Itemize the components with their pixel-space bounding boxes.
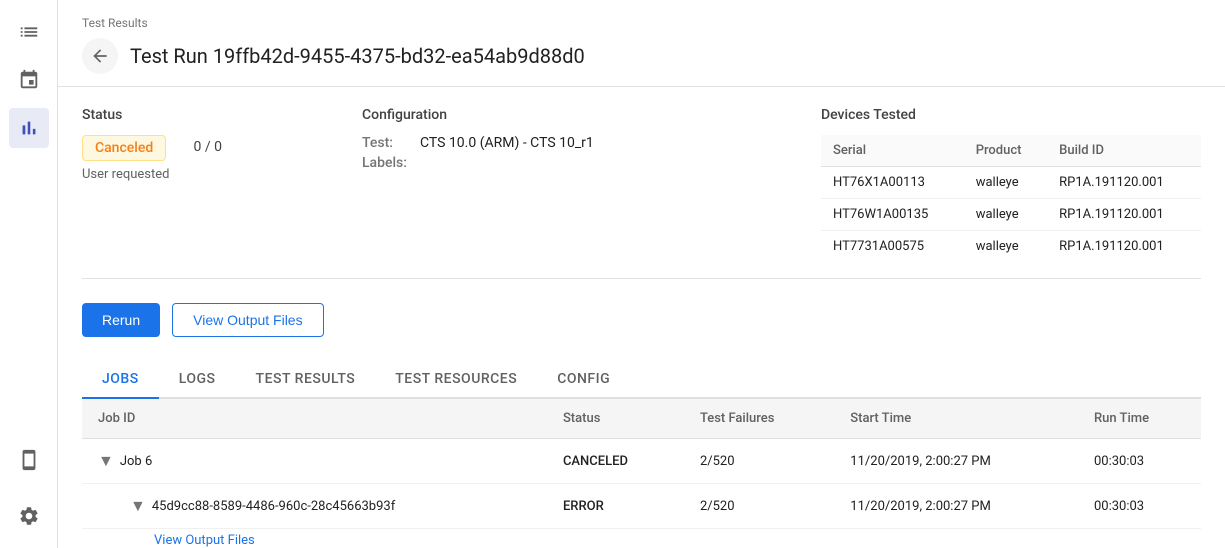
- tab-logs[interactable]: Logs: [159, 361, 236, 399]
- job-start-time: 11/20/2019, 2:00:27 PM: [834, 439, 1078, 484]
- device-build-id: RP1A.191120.001: [1047, 167, 1201, 199]
- progress-text: 0 / 0: [193, 139, 221, 155]
- sidebar-item-settings[interactable]: [9, 496, 49, 536]
- view-output-link[interactable]: View Output Files: [154, 533, 255, 548]
- status-heading: Status: [82, 107, 362, 123]
- expand-icon[interactable]: ▼: [98, 451, 114, 471]
- page-title: Test Run 19ffb42d-9455-4375-bd32-ea54ab9…: [130, 44, 585, 68]
- sidebar-item-phone[interactable]: [9, 440, 49, 480]
- sub-job-run-time: 00:30:03: [1078, 484, 1201, 529]
- device-serial: HT76W1A00135: [821, 199, 964, 231]
- table-row: ▼ Job 6 CANCELED 2/520 11/20/2019, 2:00:…: [82, 439, 1201, 484]
- sidebar: [0, 0, 58, 548]
- sidebar-item-list[interactable]: [9, 12, 49, 52]
- device-build-id: RP1A.191120.001: [1047, 199, 1201, 231]
- device-serial: HT76X1A00113: [821, 167, 964, 199]
- device-product: walleye: [964, 199, 1047, 231]
- device-serial: HT7731A00575: [821, 231, 964, 263]
- job-name: Job 6: [120, 454, 152, 469]
- col-job-id: Job ID: [82, 399, 547, 439]
- devices-col-build: Build ID: [1047, 135, 1201, 167]
- job-id-cell: ▼ Job 6: [82, 439, 547, 484]
- sidebar-item-chart[interactable]: [9, 108, 49, 148]
- tabs: JobsLogsTest ResultsTest ResourcesConfig: [82, 361, 1201, 399]
- tab-config[interactable]: Config: [537, 361, 630, 399]
- col-test-failures: Test Failures: [684, 399, 834, 439]
- sub-job-test-failures: 2/520: [684, 484, 834, 529]
- device-product: walleye: [964, 231, 1047, 263]
- devices-table: Serial Product Build ID HT76X1A00113 wal…: [821, 135, 1201, 262]
- tab-test-resources[interactable]: Test Resources: [375, 361, 537, 399]
- sub-job-start-time: 11/20/2019, 2:00:27 PM: [834, 484, 1078, 529]
- expand-icon[interactable]: ▼: [130, 496, 146, 516]
- col-start-time: Start Time: [834, 399, 1078, 439]
- sub-job-status: ERROR: [547, 484, 684, 529]
- test-value: CTS 10.0 (ARM) - CTS 10_r1: [420, 135, 594, 151]
- table-row: ▼ 45d9cc88-8589-4486-960c-28c45663b93f E…: [82, 484, 1201, 529]
- actions-row: Rerun View Output Files: [82, 303, 1201, 337]
- job-test-failures: 2/520: [684, 439, 834, 484]
- labels-label: Labels:: [362, 155, 412, 171]
- view-output-button[interactable]: View Output Files: [172, 303, 323, 337]
- jobs-table: Job ID Status Test Failures Start Time R…: [82, 399, 1201, 548]
- breadcrumb: Test Results: [82, 16, 1201, 30]
- rerun-button[interactable]: Rerun: [82, 303, 160, 337]
- test-label: Test:: [362, 135, 412, 151]
- status-sub: User requested: [82, 167, 169, 182]
- status-badge: Canceled: [82, 135, 166, 161]
- table-row: HT76X1A00113 walleye RP1A.191120.001: [821, 167, 1201, 199]
- table-row: HT76W1A00135 walleye RP1A.191120.001: [821, 199, 1201, 231]
- col-status: Status: [547, 399, 684, 439]
- main-content: Test Results Test Run 19ffb42d-9455-4375…: [58, 0, 1225, 548]
- config-heading: Configuration: [362, 107, 821, 123]
- header: Test Results Test Run 19ffb42d-9455-4375…: [58, 0, 1225, 87]
- job-run-time: 00:30:03: [1078, 439, 1201, 484]
- back-button[interactable]: [82, 38, 118, 74]
- info-grid: Status Canceled User requested 0 / 0 Con…: [82, 107, 1201, 279]
- devices-section: Devices Tested Serial Product Build ID H…: [821, 107, 1201, 262]
- devices-heading: Devices Tested: [821, 107, 1201, 123]
- devices-col-product: Product: [964, 135, 1047, 167]
- table-row: View Output Files: [82, 529, 1201, 548]
- col-run-time: Run Time: [1078, 399, 1201, 439]
- config-section: Configuration Test: CTS 10.0 (ARM) - CTS…: [362, 107, 821, 262]
- sub-job-name: 45d9cc88-8589-4486-960c-28c45663b93f: [152, 499, 395, 514]
- table-row: HT7731A00575 walleye RP1A.191120.001: [821, 231, 1201, 263]
- sub-job-id-cell: ▼ 45d9cc88-8589-4486-960c-28c45663b93f: [82, 484, 547, 529]
- tab-jobs[interactable]: Jobs: [82, 361, 159, 399]
- status-section: Status Canceled User requested 0 / 0: [82, 107, 362, 262]
- devices-col-serial: Serial: [821, 135, 964, 167]
- device-build-id: RP1A.191120.001: [1047, 231, 1201, 263]
- device-product: walleye: [964, 167, 1047, 199]
- content-area: Status Canceled User requested 0 / 0 Con…: [58, 87, 1225, 548]
- sidebar-item-calendar[interactable]: [9, 60, 49, 100]
- job-status: CANCELED: [547, 439, 684, 484]
- tab-test-results[interactable]: Test Results: [236, 361, 376, 399]
